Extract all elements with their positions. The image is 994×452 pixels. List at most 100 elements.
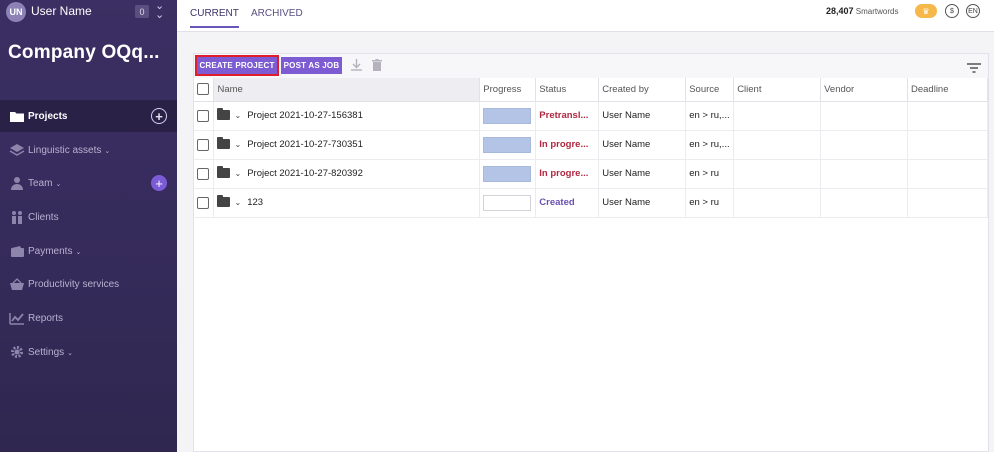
chart-icon <box>9 311 25 325</box>
deadline-cell <box>907 130 988 160</box>
row-select-cell <box>194 188 215 218</box>
project-name-link[interactable]: Project 2021-10-27-820392 <box>247 168 363 179</box>
chevron-down-icon: ⌄ <box>55 180 62 188</box>
person-icon <box>9 176 25 190</box>
sidebar-item-reports[interactable]: Reports <box>0 302 177 334</box>
double-chevron-down-icon[interactable]: ⌄ ⌄ <box>155 1 164 21</box>
progress-cell <box>479 130 537 160</box>
sidebar-item-payments[interactable]: Payments ⌄ <box>0 235 177 267</box>
column-header-progress[interactable]: Progress <box>479 78 537 102</box>
sidebar-item-projects[interactable]: Projects + <box>0 100 177 132</box>
project-name-link[interactable]: 123 <box>247 197 263 208</box>
notification-count-badge[interactable]: 0 <box>135 5 149 18</box>
tab-current[interactable]: CURRENT <box>190 8 239 28</box>
row-checkbox[interactable] <box>197 196 209 209</box>
created-by-cell: User Name <box>598 159 687 189</box>
progress-bar <box>483 107 532 124</box>
folder-icon <box>217 195 231 208</box>
column-header-name[interactable]: Name <box>213 78 481 102</box>
gear-icon <box>9 345 25 359</box>
column-header-vendor[interactable]: Vendor <box>820 78 908 102</box>
folder-icon <box>217 137 231 150</box>
client-cell <box>733 188 822 218</box>
tab-archived[interactable]: ARCHIVED <box>251 8 303 26</box>
sidebar-item-team[interactable]: Team ⌄ + <box>0 167 177 199</box>
add-team-member-plus-icon[interactable]: + <box>151 175 167 191</box>
sidebar-item-productivity-services[interactable]: Productivity services <box>0 268 177 300</box>
create-project-button[interactable]: CREATE PROJECT <box>195 55 279 76</box>
add-project-plus-icon[interactable]: + <box>151 108 167 124</box>
chevron-down-icon[interactable]: ⌄ <box>234 111 241 120</box>
row-checkbox[interactable] <box>197 138 209 151</box>
avatar[interactable]: UN <box>6 2 26 22</box>
status-cell: Pretransl... <box>535 101 600 131</box>
table-row[interactable]: ⌄ Project 2021-10-27-730351 In progre... … <box>194 130 988 160</box>
column-header-client[interactable]: Client <box>733 78 822 102</box>
sidebar-item-linguistic-assets[interactable]: Linguistic assets ⌄ <box>0 134 177 166</box>
status-cell: Created <box>535 188 600 218</box>
client-cell <box>733 159 822 189</box>
status-cell: In progre... <box>535 159 600 189</box>
row-select-cell <box>194 130 215 160</box>
smartwords-balance: 28,407 Smartwords <box>826 6 898 16</box>
table-row[interactable]: ⌄ Project 2021-10-27-156381 Pretransl... … <box>194 101 988 131</box>
project-name-link[interactable]: Project 2021-10-27-156381 <box>247 110 363 121</box>
sidebar-item-label: Payments ⌄ <box>28 245 82 257</box>
column-header-source[interactable]: Source <box>685 78 735 102</box>
projects-panel: CREATE PROJECT POST AS JOB Name Progress… <box>193 53 989 452</box>
chevron-down-icon[interactable]: ⌄ <box>234 198 241 207</box>
sidebar-item-label: Reports <box>28 312 64 324</box>
filter-icon[interactable] <box>967 60 981 73</box>
chevron-down-icon: ⌄ <box>75 248 82 256</box>
table-header-row: Name Progress Status Created by Source C… <box>194 78 988 102</box>
sidebar-item-clients[interactable]: Clients <box>0 201 177 233</box>
deadline-cell <box>907 101 988 131</box>
crown-icon[interactable]: ♛ <box>915 4 937 18</box>
created-by-cell: User Name <box>598 188 687 218</box>
basket-icon <box>9 277 25 291</box>
column-header-deadline[interactable]: Deadline <box>907 78 988 102</box>
select-all-checkbox[interactable] <box>197 83 209 96</box>
source-cell: en > ru <box>685 159 735 189</box>
toolbar: CREATE PROJECT POST AS JOB <box>194 54 988 78</box>
row-checkbox[interactable] <box>197 167 209 180</box>
progress-bar <box>483 194 532 211</box>
company-name: Company OQq... <box>8 42 160 63</box>
project-name-cell: ⌄ Project 2021-10-27-820392 <box>213 159 481 189</box>
source-cell: en > ru,... <box>685 101 735 131</box>
language-selector[interactable]: EN <box>966 4 980 18</box>
table-row[interactable]: ⌄ 123 Created User Name en > ru <box>194 188 988 218</box>
user-menu[interactable]: UN User Name 0 ⌄ ⌄ <box>0 0 177 24</box>
table-row[interactable]: ⌄ Project 2021-10-27-820392 In progre... … <box>194 159 988 189</box>
sidebar-item-label: Settings ⌄ <box>28 346 74 358</box>
progress-cell <box>479 101 537 131</box>
chevron-down-icon[interactable]: ⌄ <box>234 169 241 178</box>
column-header-status[interactable]: Status <box>535 78 600 102</box>
people-icon <box>9 210 25 224</box>
download-icon[interactable] <box>350 58 362 72</box>
vendor-cell <box>820 188 908 218</box>
vendor-cell <box>820 159 908 189</box>
sidebar-item-label: Linguistic assets ⌄ <box>28 144 111 156</box>
sidebar-item-label: Team ⌄ <box>28 177 62 189</box>
progress-cell <box>479 159 537 189</box>
created-by-cell: User Name <box>598 101 687 131</box>
layers-icon <box>9 143 25 157</box>
chevron-down-icon[interactable]: ⌄ <box>234 140 241 149</box>
sidebar-item-settings[interactable]: Settings ⌄ <box>0 336 177 368</box>
project-name-link[interactable]: Project 2021-10-27-730351 <box>247 139 363 150</box>
post-as-job-button[interactable]: POST AS JOB <box>281 57 342 74</box>
dollar-icon[interactable]: $ <box>945 4 959 18</box>
progress-bar <box>483 165 532 182</box>
wallet-icon <box>9 244 25 258</box>
source-cell: en > ru <box>685 188 735 218</box>
chevron-down-icon: ⌄ <box>67 349 74 357</box>
user-name[interactable]: User Name <box>31 4 92 18</box>
trash-icon[interactable] <box>371 58 383 72</box>
deadline-cell <box>907 188 988 218</box>
sidebar-item-label: Clients <box>28 211 59 223</box>
column-header-created-by[interactable]: Created by <box>598 78 687 102</box>
smartwords-count: 28,407 <box>826 6 854 16</box>
row-checkbox[interactable] <box>197 109 209 122</box>
folder-icon <box>9 109 25 123</box>
